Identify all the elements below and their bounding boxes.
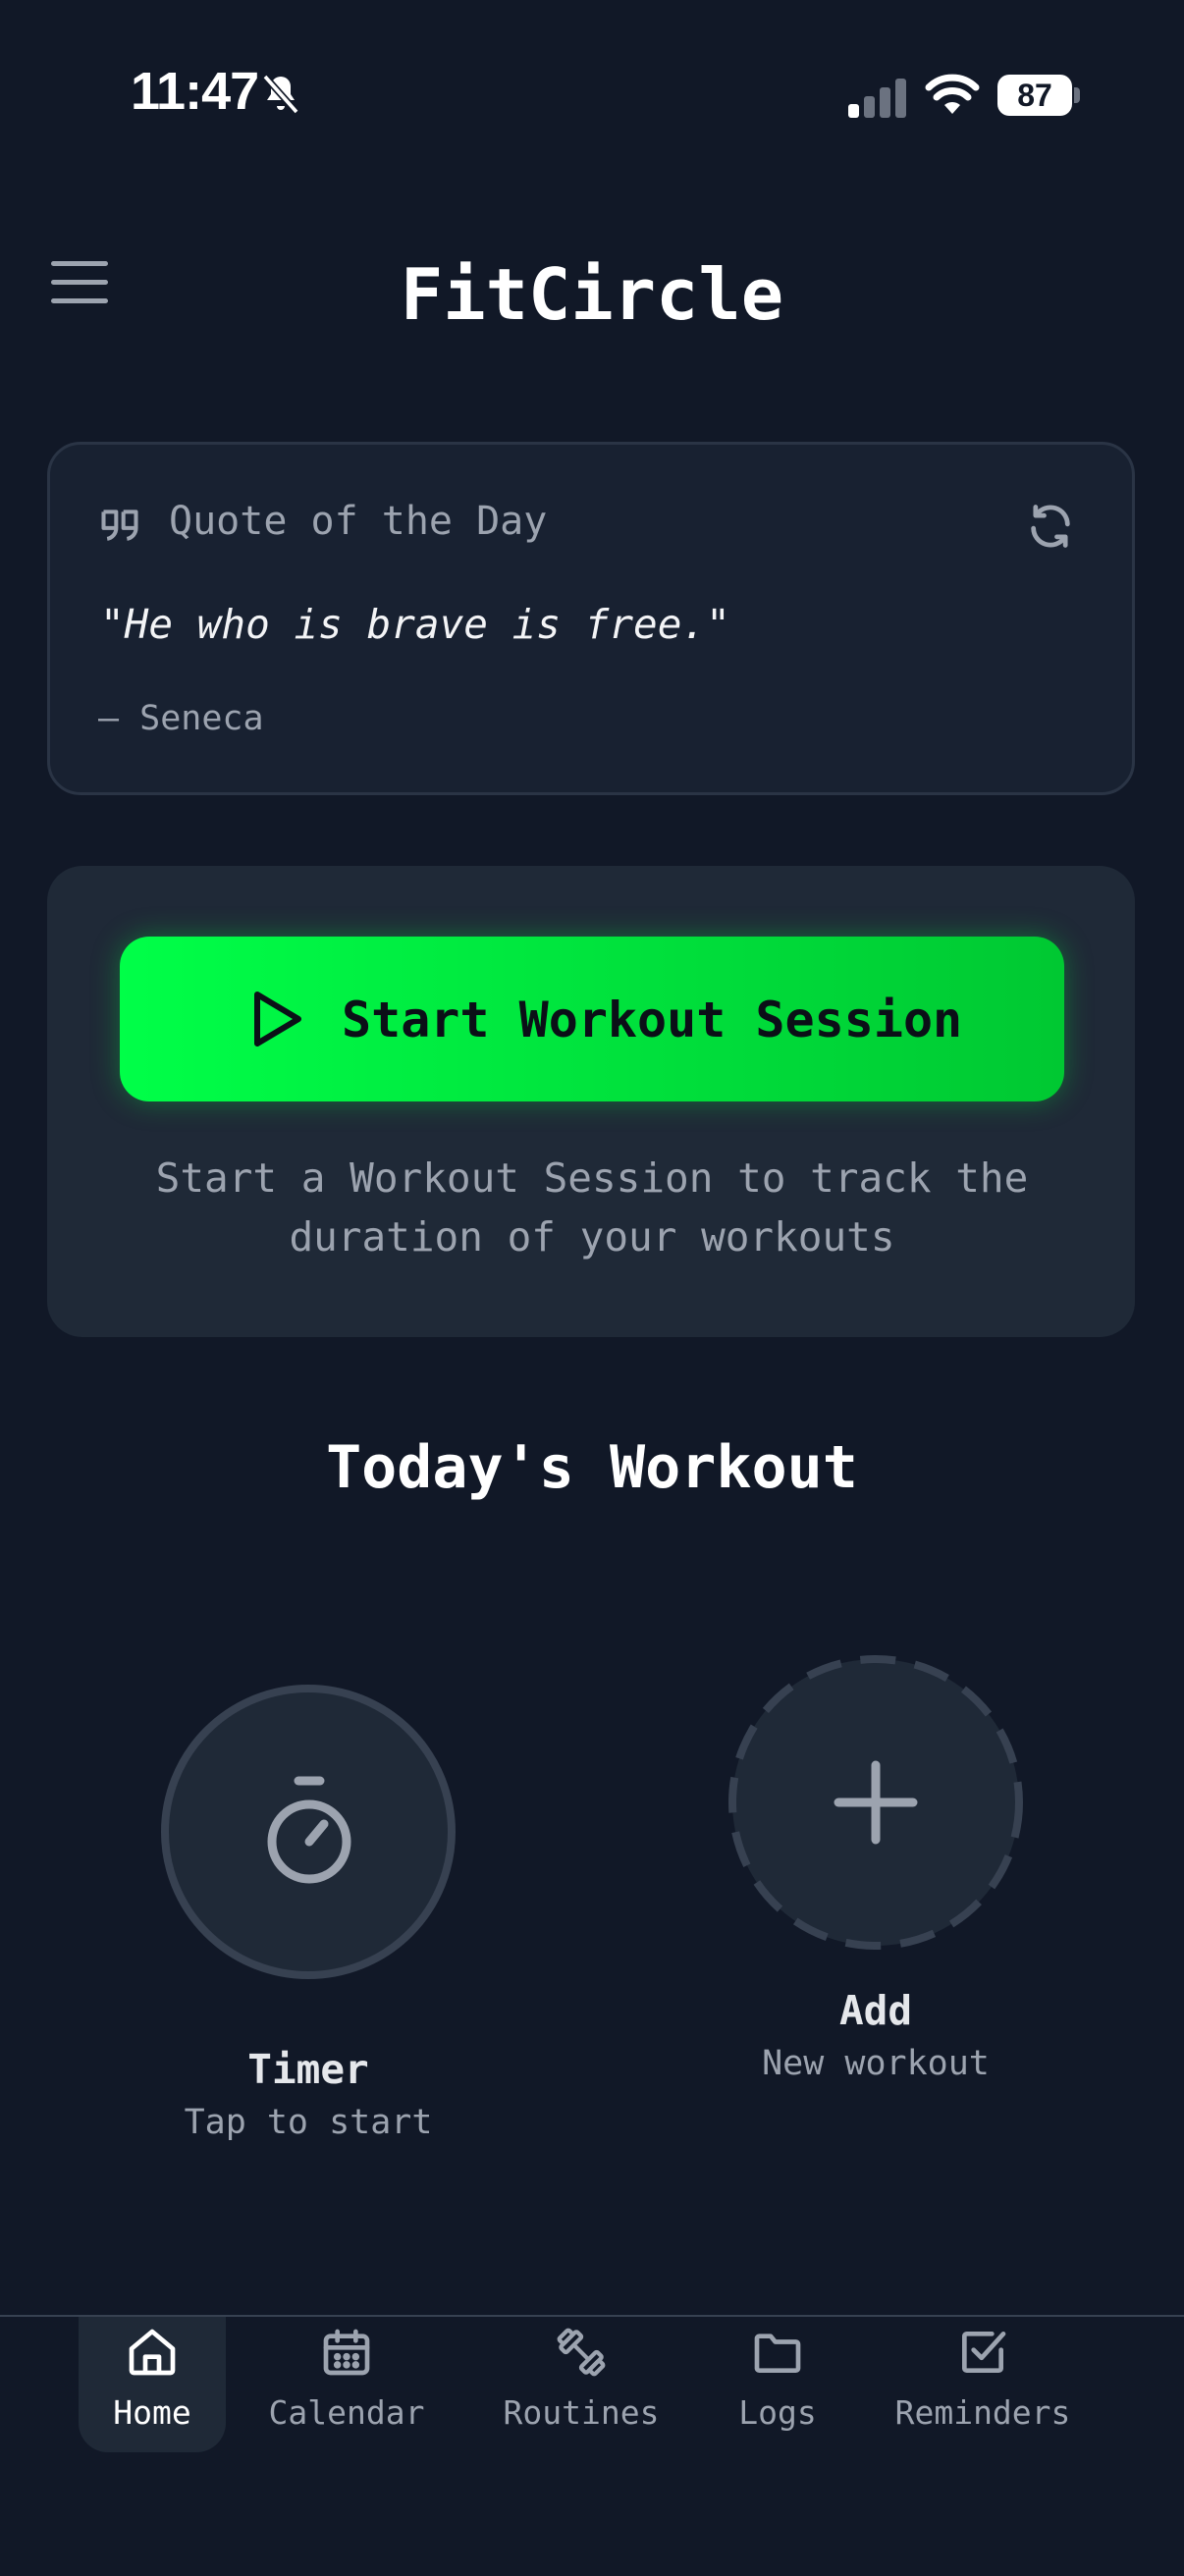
refresh-icon[interactable] <box>1025 501 1076 552</box>
add-sublabel: New workout <box>762 2044 990 2083</box>
muted-bell-icon <box>262 74 299 115</box>
nav-label-calendar: Calendar <box>268 2393 425 2432</box>
play-icon <box>254 992 301 1046</box>
checkbox-icon <box>962 2332 1006 2373</box>
nav-item-logs[interactable]: Logs <box>717 2325 838 2452</box>
battery-level: 87 <box>1017 78 1052 113</box>
stopwatch-icon <box>267 1776 351 1884</box>
dumbbell-icon <box>557 2328 606 2377</box>
nav-item-routines[interactable]: Routines <box>485 2325 677 2452</box>
add-label: Add <box>838 1987 913 2034</box>
wifi-icon <box>925 74 980 114</box>
nav-label-reminders: Reminders <box>894 2393 1071 2432</box>
quote-heading: Quote of the Day <box>169 499 548 544</box>
quote-author: — Seneca <box>98 699 264 738</box>
signal-icon <box>848 79 906 118</box>
add-workout-button[interactable] <box>728 1655 1023 1950</box>
status-time: 11:47 <box>131 62 259 121</box>
nav-label-logs: Logs <box>738 2393 817 2432</box>
battery-indicator: 87 <box>997 75 1080 116</box>
quote-icon <box>101 510 138 541</box>
nav-label-routines: Routines <box>503 2393 660 2432</box>
nav-item-calendar[interactable]: Calendar <box>253 2325 440 2452</box>
app-title: FitCircle <box>400 253 784 336</box>
quote-text: "He who is brave is free." <box>100 601 730 648</box>
timer-label: Timer <box>247 2046 369 2093</box>
start-workout-session-label: Start Workout Session <box>342 992 963 1048</box>
home-icon <box>129 2329 176 2376</box>
session-description: Start a Workout Session to track the dur… <box>155 1154 1029 1261</box>
nav-label-home: Home <box>113 2393 191 2432</box>
calendar-icon <box>323 2329 370 2376</box>
nav-item-home[interactable]: Home <box>79 2325 226 2452</box>
timer-sublabel: Tap to start <box>184 2103 433 2142</box>
folder-icon <box>754 2334 801 2373</box>
nav-item-reminders[interactable]: Reminders <box>880 2325 1086 2452</box>
todays-workout-title: Today's Workout <box>326 1433 858 1502</box>
